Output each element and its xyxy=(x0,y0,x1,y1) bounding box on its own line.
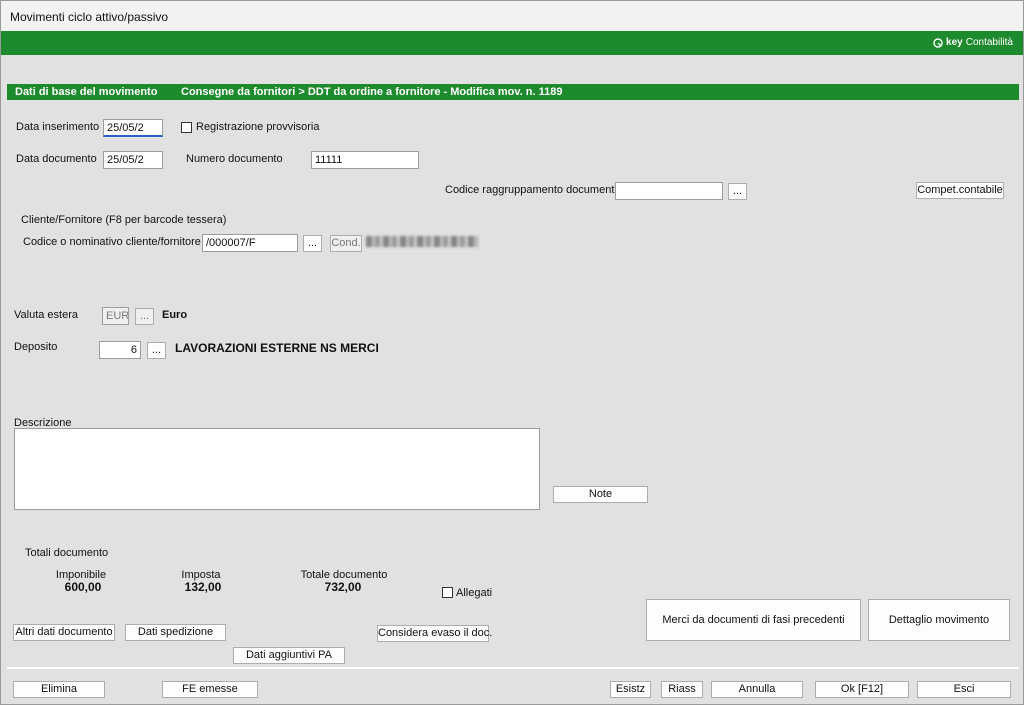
codice-raggruppamento-input[interactable] xyxy=(615,182,723,200)
esistz-button[interactable]: Esistz xyxy=(610,681,651,698)
codice-raggruppamento-browse-button[interactable]: ... xyxy=(728,183,747,200)
keycontabilita-logo-icon xyxy=(933,37,943,48)
descrizione-textarea[interactable] xyxy=(14,428,540,510)
codice-cliente-input[interactable]: /000007/F xyxy=(202,234,298,252)
brand-logo: key Contabilità xyxy=(933,37,1013,48)
altri-dati-documento-button[interactable]: Altri dati documento xyxy=(13,624,115,641)
valuta-name: Euro xyxy=(162,309,188,321)
ok-button[interactable]: Ok [F12] xyxy=(815,681,909,698)
title-bar: Movimenti ciclo attivo/passivo xyxy=(1,1,1023,31)
cliente-name-redacted xyxy=(366,236,478,247)
valuta-input[interactable]: EUR xyxy=(102,307,129,325)
compet-contabile-button[interactable]: Compet.contabile xyxy=(916,182,1004,199)
elimina-button[interactable]: Elimina xyxy=(13,681,105,698)
valuta-browse-button[interactable]: ... xyxy=(135,308,154,325)
section-header: Dati di base del movimento Consegne da f… xyxy=(7,84,1019,100)
considera-evaso-button[interactable]: Considera evaso il doc. xyxy=(377,625,492,642)
dati-spedizione-button[interactable]: Dati spedizione xyxy=(125,624,226,641)
dati-aggiuntivi-pa-button[interactable]: Dati aggiuntivi PA xyxy=(233,647,345,664)
registrazione-provvisoria-label: Registrazione provvisoria xyxy=(196,121,320,133)
codice-cliente-browse-button[interactable]: ... xyxy=(303,235,322,252)
deposito-browse-button[interactable]: ... xyxy=(147,342,166,359)
breadcrumb: Consegne da fornitori > DDT da ordine a … xyxy=(181,86,563,98)
brand-key: key xyxy=(946,37,963,48)
totali-documento-label: Totali documento xyxy=(25,547,109,559)
window-title: Movimenti ciclo attivo/passivo xyxy=(10,10,169,24)
dettaglio-movimento-button[interactable]: Dettaglio movimento xyxy=(868,599,1010,641)
note-button[interactable]: Note xyxy=(553,486,648,503)
totale-documento-value: 732,00 xyxy=(324,580,362,594)
merci-da-documenti-button[interactable]: Merci da documenti di fasi precedenti xyxy=(646,599,861,641)
numero-documento-input[interactable]: 11111 xyxy=(311,151,419,169)
cliente-fornitore-section-label: Cliente/Fornitore (F8 per barcode tesser… xyxy=(21,214,227,226)
data-inserimento-label: Data inserimento xyxy=(16,121,100,133)
deposito-name: LAVORAZIONI ESTERNE NS MERCI xyxy=(175,341,379,355)
registrazione-provvisoria-checkbox[interactable] xyxy=(181,122,192,133)
allegati-checkbox[interactable] xyxy=(442,587,453,598)
codice-raggruppamento-label: Codice raggruppamento documenti xyxy=(445,184,617,196)
data-inserimento-input[interactable]: 25/05/2 xyxy=(103,119,163,137)
app-window: Movimenti ciclo attivo/passivo key Contab… xyxy=(0,0,1024,705)
annulla-button[interactable]: Annulla xyxy=(711,681,803,698)
imponibile-value: 600,00 xyxy=(64,580,102,594)
codice-cliente-label: Codice o nominativo cliente/fornitore xyxy=(23,236,201,248)
cond-button[interactable]: Cond. xyxy=(330,235,362,252)
brand-bar: key Contabilità xyxy=(1,31,1023,55)
data-documento-label: Data documento xyxy=(16,153,97,165)
esci-button[interactable]: Esci xyxy=(917,681,1011,698)
section-title: Dati di base del movimento xyxy=(15,86,158,98)
valuta-estera-label: Valuta estera xyxy=(14,309,79,321)
data-documento-input[interactable]: 25/05/2 xyxy=(103,151,163,169)
brand-name: Contabilità xyxy=(965,37,1013,48)
imposta-value: 132,00 xyxy=(184,580,222,594)
allegati-label: Allegati xyxy=(456,587,493,599)
footer-separator xyxy=(7,667,1019,669)
deposito-input[interactable]: 6 xyxy=(99,341,141,359)
riass-button[interactable]: Riass xyxy=(661,681,703,698)
fe-emesse-button[interactable]: FE emesse xyxy=(162,681,258,698)
numero-documento-label: Numero documento xyxy=(186,153,283,165)
deposito-label: Deposito xyxy=(14,341,58,353)
